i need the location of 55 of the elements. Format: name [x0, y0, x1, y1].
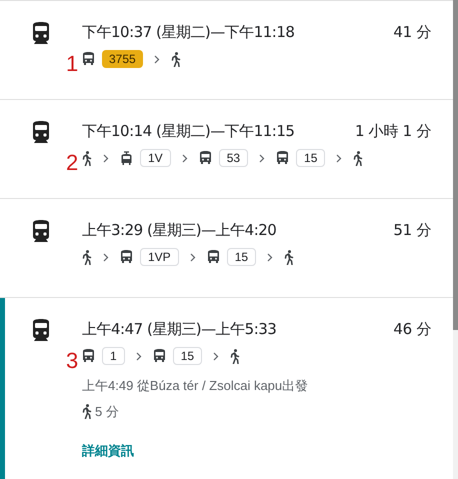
bus-icon [276, 151, 290, 165]
chevron-right-icon [103, 154, 109, 162]
chevron-right-icon [103, 252, 109, 262]
annotation-number: 2 [66, 152, 78, 174]
route-card[interactable]: 上午3:29 (星期三)—上午4:20 51 分 1VP 15 [0, 199, 453, 298]
chevron-right-icon [136, 352, 142, 360]
bus-icon [82, 52, 95, 66]
chevron-right-icon [259, 154, 266, 162]
annotation-number: 3 [66, 350, 78, 372]
time-range: 上午4:47 (星期三)—上午5:33 [82, 318, 276, 340]
time-range: 下午10:37 (星期二)—下午11:18 [82, 22, 294, 43]
line-badge: 15 [296, 149, 326, 167]
route-card[interactable]: 下午10:37 (星期二)—下午11:18 41 分 1 3755 [0, 1, 453, 100]
train-icon [30, 219, 52, 243]
time-range: 下午10:14 (星期二)—下午11:15 [82, 120, 294, 142]
line-badge: 53 [218, 149, 248, 167]
line-badge: 15 [226, 248, 256, 266]
line-badge: 3755 [102, 50, 143, 68]
line-badge: 15 [172, 347, 202, 365]
chevron-right-icon [154, 54, 160, 64]
bus-icon [198, 151, 212, 165]
walking-person-icon [82, 250, 92, 264]
walking-person-icon [82, 150, 92, 166]
chevron-right-icon [182, 154, 188, 162]
walking-person-icon [82, 404, 92, 419]
scrollbar-thumb[interactable] [453, 0, 458, 330]
walk-time: 5 分 [95, 402, 119, 420]
walking-person-icon [284, 250, 294, 264]
duration: 51 分 [393, 220, 431, 241]
chevron-right-icon [213, 352, 220, 360]
duration: 46 分 [393, 318, 431, 340]
bus-icon [82, 349, 95, 363]
line-badge: 1V [140, 149, 171, 167]
duration: 41 分 [393, 22, 431, 43]
line-badge: 1 [102, 347, 125, 365]
bus-icon [206, 250, 220, 264]
duration: 1 小時 1 分 [355, 120, 431, 142]
bus-icon [152, 349, 166, 363]
departure-info: 上午4:49 從Búza tér / Zsolcai kapu出發 [82, 377, 310, 395]
annotation-number: 1 [66, 53, 78, 75]
train-icon [30, 120, 52, 144]
time-range: 上午3:29 (星期三)—上午4:20 [82, 220, 276, 241]
tram-icon [120, 150, 133, 166]
walking-person-icon [230, 348, 240, 364]
route-card[interactable]: 下午10:14 (星期二)—下午11:15 1 小時 1 分 2 1V 53 15 [0, 100, 453, 199]
details-link[interactable]: 詳細資訊 [82, 441, 431, 460]
line-badge: 1VP [140, 248, 179, 266]
chevron-right-icon [336, 154, 342, 162]
walking-person-icon [353, 150, 364, 166]
chevron-right-icon [190, 252, 196, 262]
train-icon [30, 21, 52, 45]
chevron-right-icon [267, 252, 274, 262]
bus-icon [120, 250, 133, 264]
train-icon [30, 318, 52, 342]
walking-person-icon [170, 52, 181, 66]
